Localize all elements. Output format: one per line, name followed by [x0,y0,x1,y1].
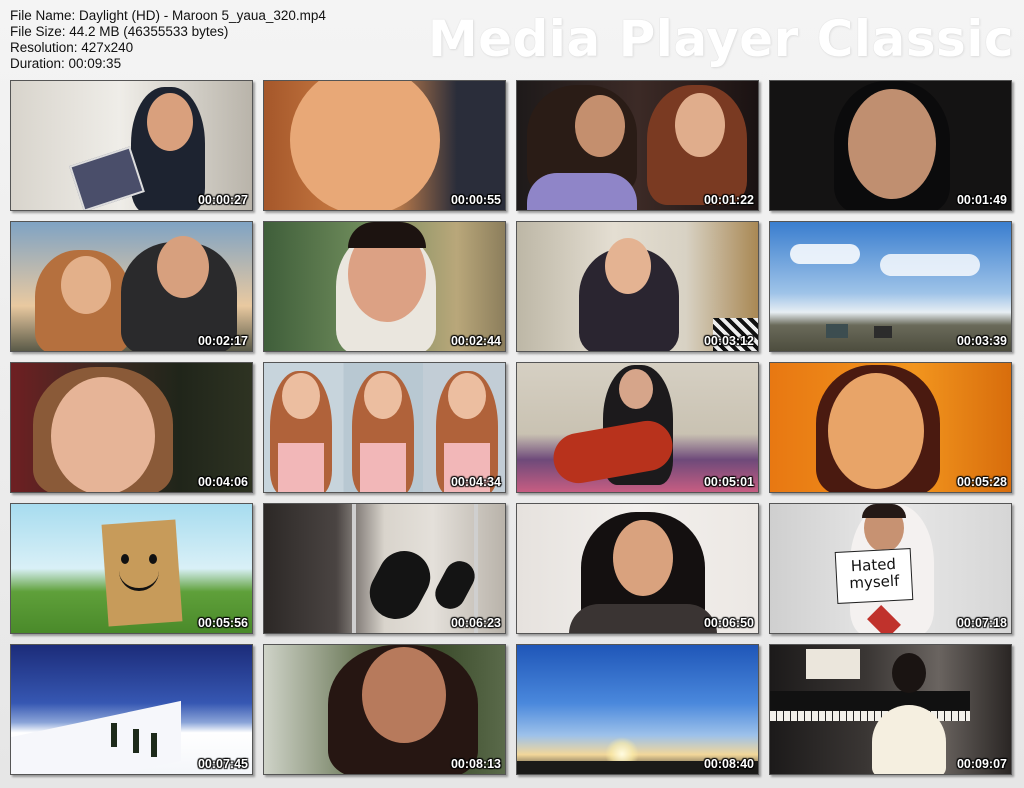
media-player-classic-logo: Media Player Classic [427,10,1014,68]
thumbnail-14[interactable]: 00:06:23 [263,503,506,634]
thumbnail-timestamp: 00:00:55 [450,193,501,207]
thumbnail-timestamp: 00:06:23 [450,616,501,630]
thumbnail-17[interactable]: 00:07:45 [10,644,253,775]
thumbnail-timestamp: 00:08:13 [450,757,501,771]
thumbnail-10[interactable]: 00:04:34 [263,362,506,493]
hated-myself-sign: Hated myself [834,548,914,604]
thumbnail-timestamp: 00:03:39 [956,334,1007,348]
thumbnail-09[interactable]: 00:04:06 [10,362,253,493]
file-name-text: File Name: Daylight (HD) - Maroon 5_yaua… [10,8,326,23]
thumbnail-16[interactable]: Hated myself 00:07:18 [769,503,1012,634]
thumbnail-timestamp: 00:07:45 [197,757,248,771]
thumbnail-11[interactable]: 00:05:01 [516,362,759,493]
resolution-text: Resolution: 427x240 [10,40,134,55]
thumbnail-timestamp: 00:05:01 [703,475,754,489]
thumbnail-timestamp: 00:00:27 [197,193,248,207]
thumbnail-13[interactable]: 00:05:56 [10,503,253,634]
thumbnail-timestamp: 00:05:56 [197,616,248,630]
thumbnail-08[interactable]: 00:03:39 [769,221,1012,352]
thumbnail-12[interactable]: 00:05:28 [769,362,1012,493]
thumbnail-timestamp: 00:04:06 [197,475,248,489]
thumbnail-timestamp: 00:02:17 [197,334,248,348]
thumbnail-timestamp: 00:01:49 [956,193,1007,207]
thumbnail-timestamp: 00:07:18 [956,616,1007,630]
file-size-text: File Size: 44.2 MB (46355533 bytes) [10,24,229,39]
thumbnail-timestamp: 00:08:40 [703,757,754,771]
thumbnail-01[interactable]: 00:00:27 [10,80,253,211]
thumbnail-timestamp: 00:04:34 [450,475,501,489]
thumbnail-05[interactable]: 00:02:17 [10,221,253,352]
thumbnail-timestamp: 00:03:12 [703,334,754,348]
thumbnail-06[interactable]: 00:02:44 [263,221,506,352]
file-info-panel: File Name: Daylight (HD) - Maroon 5_yaua… [10,8,326,72]
thumbnail-timestamp: 00:05:28 [956,475,1007,489]
duration-text: Duration: 00:09:35 [10,56,122,71]
thumbnail-20[interactable]: 00:09:07 [769,644,1012,775]
thumbnail-timestamp: 00:09:07 [956,757,1007,771]
thumbnail-18[interactable]: 00:08:13 [263,644,506,775]
thumbnail-timestamp: 00:02:44 [450,334,501,348]
thumbnail-grid: 00:00:27 00:00:55 00:01:22 00:01:49 00:0… [10,80,1014,780]
thumbnail-03[interactable]: 00:01:22 [516,80,759,211]
thumbnail-07[interactable]: 00:03:12 [516,221,759,352]
thumbnail-timestamp: 00:01:22 [703,193,754,207]
thumbnail-timestamp: 00:06:50 [703,616,754,630]
thumbnail-02[interactable]: 00:00:55 [263,80,506,211]
thumbnail-19[interactable]: 00:08:40 [516,644,759,775]
thumbnail-04[interactable]: 00:01:49 [769,80,1012,211]
thumbnail-15[interactable]: 00:06:50 [516,503,759,634]
